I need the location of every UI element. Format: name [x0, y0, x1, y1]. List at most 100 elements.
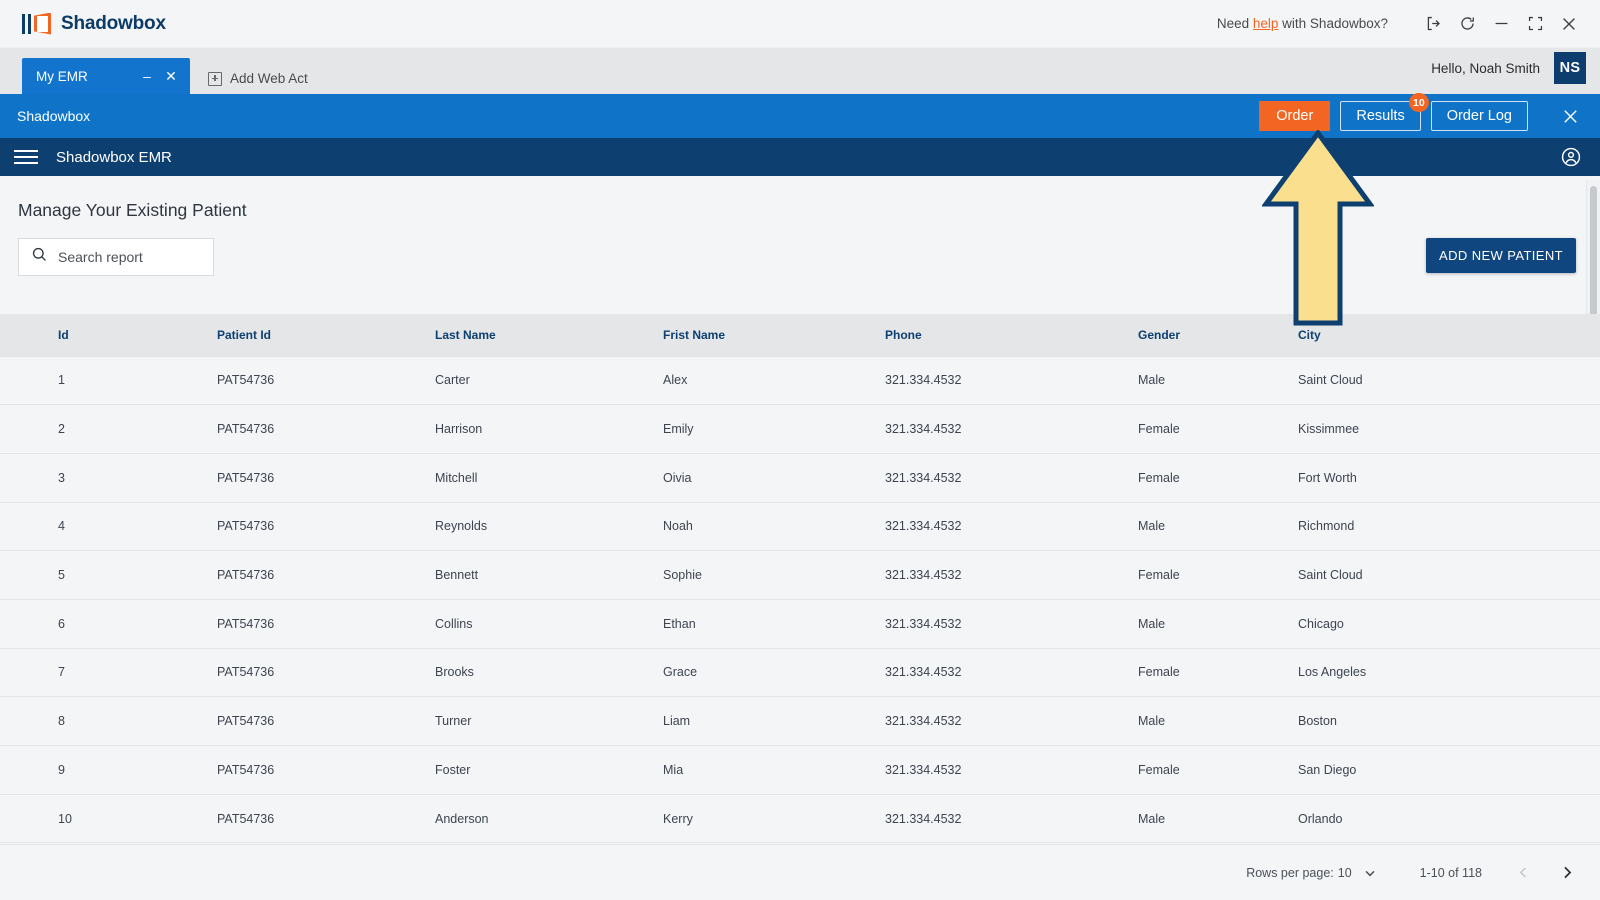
pagination-bar: Rows per page: 10 1-10 of 118	[0, 844, 1600, 900]
tab-minimize-icon[interactable]: –	[138, 67, 156, 85]
results-badge: 10	[1409, 93, 1429, 112]
cell-phone: 321.334.4532	[885, 599, 1138, 649]
cell-last-name: Bennett	[435, 550, 663, 600]
table-row[interactable]: 8 PAT54736 Turner Liam 321.334.4532 Male Bosto…	[0, 696, 1600, 746]
help-link[interactable]: help	[1253, 16, 1279, 31]
help-prefix: Need	[1216, 16, 1253, 31]
close-icon[interactable]	[1552, 7, 1586, 41]
main-content: Manage Your Existing Patient ADD NEW PAT…	[0, 176, 1600, 900]
add-new-patient-button[interactable]: ADD NEW PATIENT	[1426, 238, 1576, 273]
tab-strip: My EMR – ✕ Add Web Act	[0, 48, 1600, 94]
restore-icon[interactable]	[1518, 7, 1552, 41]
cell-patient-id: PAT54736	[215, 648, 435, 698]
column-header-gender[interactable]: Gender	[1138, 314, 1298, 356]
column-header-first-name[interactable]: Frist Name	[663, 314, 885, 356]
cell-last-name: Carter	[435, 355, 663, 406]
cell-city: Boston	[1298, 696, 1600, 746]
rows-per-page-value[interactable]: 10	[1338, 866, 1352, 880]
cell-patient-id: PAT54736	[215, 794, 435, 844]
cell-phone: 321.334.4532	[885, 745, 1138, 795]
add-web-act-label: Add Web Act	[230, 71, 308, 86]
next-page-icon[interactable]	[1559, 864, 1576, 881]
column-header-phone[interactable]: Phone	[885, 314, 1138, 356]
cell-patient-id: PAT54736	[215, 502, 435, 552]
cell-gender: Female	[1138, 453, 1298, 503]
cell-phone: 321.334.4532	[885, 794, 1138, 844]
cell-patient-id: PAT54736	[215, 696, 435, 746]
cell-first-name: Kerry	[663, 794, 885, 844]
cell-first-name: Grace	[663, 648, 885, 698]
app-toolbar-close-icon[interactable]	[1556, 102, 1584, 130]
tab-my-emr[interactable]: My EMR – ✕	[22, 58, 190, 94]
table-body: 1 PAT54736 Carter Alex 321.334.4532 Male Saint…	[0, 355, 1600, 844]
table-row[interactable]: 9 PAT54736 Foster Mia 321.334.4532 Female San …	[0, 745, 1600, 795]
cell-first-name: Ethan	[663, 599, 885, 649]
cell-patient-id: PAT54736	[215, 550, 435, 600]
table-row[interactable]: 10 PAT54736 Anderson Kerry 321.334.4532 Male O…	[0, 794, 1600, 844]
search-report-box[interactable]	[18, 238, 214, 276]
column-header-last-name[interactable]: Last Name	[435, 314, 663, 356]
emr-header-bar: Shadowbox EMR	[0, 138, 1600, 176]
cell-first-name: Noah	[663, 502, 885, 552]
table-row[interactable]: 3 PAT54736 Mitchell Oivia 321.334.4532 Female…	[0, 453, 1600, 503]
cell-city: Saint Cloud	[1298, 355, 1600, 406]
table-row[interactable]: 2 PAT54736 Harrison Emily 321.334.4532 Female…	[0, 404, 1600, 454]
cell-first-name: Mia	[663, 745, 885, 795]
plus-box-icon	[208, 71, 222, 86]
cell-id: 2	[0, 404, 215, 454]
cell-id: 6	[0, 599, 215, 649]
order-log-button[interactable]: Order Log	[1430, 101, 1528, 131]
tab-close-icon[interactable]: ✕	[162, 67, 180, 85]
cell-last-name: Mitchell	[435, 453, 663, 503]
window-title-bar: Shadowbox Need help with Shadowbox?	[0, 0, 1600, 48]
table-row[interactable]: 4 PAT54736 Reynolds Noah 321.334.4532 Male Ric…	[0, 502, 1600, 552]
cell-city: Los Angeles	[1298, 648, 1600, 698]
cell-phone: 321.334.4532	[885, 550, 1138, 600]
cell-city: Richmond	[1298, 502, 1600, 552]
cell-first-name: Emily	[663, 404, 885, 454]
cell-gender: Female	[1138, 745, 1298, 795]
avatar[interactable]: NS	[1554, 52, 1586, 84]
cell-last-name: Collins	[435, 599, 663, 649]
cell-city: Kissimmee	[1298, 404, 1600, 454]
table-row[interactable]: 6 PAT54736 Collins Ethan 321.334.4532 Male Chi…	[0, 599, 1600, 649]
app-window: Shadowbox Need help with Shadowbox? My E…	[0, 0, 1600, 900]
user-greeting: Hello, Noah Smith NS	[1431, 52, 1586, 84]
cell-first-name: Oivia	[663, 453, 885, 503]
results-button[interactable]: Results 10	[1340, 93, 1429, 131]
cell-patient-id: PAT54736	[215, 453, 435, 503]
account-circle-icon[interactable]	[1560, 146, 1582, 168]
previous-page-icon[interactable]	[1516, 865, 1531, 880]
emr-title: Shadowbox EMR	[56, 148, 172, 166]
column-header-id[interactable]: Id	[0, 314, 215, 356]
cell-gender: Male	[1138, 355, 1298, 406]
column-header-city[interactable]: City	[1298, 314, 1600, 356]
logout-icon[interactable]	[1416, 7, 1450, 41]
table-header: Id Patient Id Last Name Frist Name Phone…	[0, 314, 1600, 356]
chevron-down-icon[interactable]	[1362, 865, 1378, 881]
column-header-patient-id[interactable]: Patient Id	[215, 314, 435, 356]
cell-id: 10	[0, 794, 215, 844]
cell-last-name: Reynolds	[435, 502, 663, 552]
minimize-icon[interactable]	[1484, 7, 1518, 41]
cell-city: San Diego	[1298, 745, 1600, 795]
cell-id: 5	[0, 550, 215, 600]
cell-gender: Female	[1138, 550, 1298, 600]
table-row[interactable]: 1 PAT54736 Carter Alex 321.334.4532 Male Saint…	[0, 355, 1600, 406]
cell-id: 4	[0, 502, 215, 552]
cell-first-name: Sophie	[663, 550, 885, 600]
cell-city: Chicago	[1298, 599, 1600, 649]
cell-patient-id: PAT54736	[215, 355, 435, 406]
cell-id: 3	[0, 453, 215, 503]
hamburger-menu-icon[interactable]	[14, 150, 38, 164]
search-input[interactable]	[58, 249, 188, 265]
cell-gender: Male	[1138, 502, 1298, 552]
table-row[interactable]: 5 PAT54736 Bennett Sophie 321.334.4532 Female…	[0, 550, 1600, 600]
table-row[interactable]: 7 PAT54736 Brooks Grace 321.334.4532 Female Lo…	[0, 648, 1600, 698]
add-web-act-button[interactable]: Add Web Act	[208, 71, 308, 86]
order-button[interactable]: Order	[1259, 101, 1331, 131]
results-label: Results	[1356, 108, 1405, 124]
cell-patient-id: PAT54736	[215, 599, 435, 649]
cell-id: 8	[0, 696, 215, 746]
refresh-icon[interactable]	[1450, 7, 1484, 41]
